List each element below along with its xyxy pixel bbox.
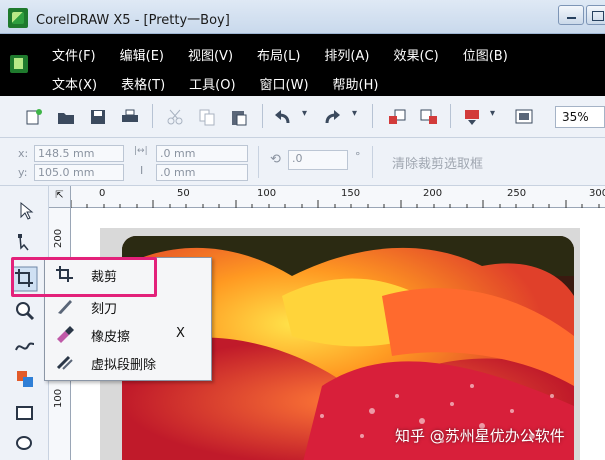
flyout-item-eraser[interactable]: 橡皮擦 X bbox=[45, 322, 211, 346]
angle-field[interactable]: .0 bbox=[288, 150, 348, 170]
import-icon[interactable] bbox=[387, 107, 407, 127]
menu-table[interactable]: 表格(T) bbox=[121, 74, 165, 96]
zoom-tool-icon[interactable] bbox=[12, 298, 38, 324]
knife-icon bbox=[58, 300, 72, 314]
horizontal-ruler[interactable]: 0 50 100 150 200 250 300 bbox=[49, 186, 605, 208]
pick-tool-icon[interactable] bbox=[12, 198, 38, 224]
rectangle-tool-icon[interactable] bbox=[12, 400, 38, 426]
application-launcher-icon[interactable] bbox=[462, 107, 482, 127]
copy-icon[interactable] bbox=[197, 107, 217, 127]
menu-text[interactable]: 文本(X) bbox=[52, 74, 97, 96]
paste-icon[interactable] bbox=[229, 107, 249, 127]
ruler-h-label: 200 bbox=[423, 188, 443, 199]
maximize-button[interactable] bbox=[586, 5, 605, 25]
menu-edit[interactable]: 编辑(E) bbox=[120, 45, 164, 67]
ruler-v-label: 100 bbox=[53, 388, 64, 408]
flyout-item-virtual-segment-delete[interactable]: 虚拟段删除 bbox=[45, 350, 211, 374]
x-position-field[interactable]: 148.5 mm bbox=[34, 145, 124, 162]
ruler-origin-icon[interactable]: ⇱ bbox=[49, 186, 71, 208]
toolbox bbox=[0, 186, 49, 460]
shape-tool-icon[interactable] bbox=[12, 230, 38, 256]
menu-arrange[interactable]: 排列(A) bbox=[324, 45, 369, 67]
virtual-segment-delete-icon bbox=[56, 355, 73, 370]
menu-row-2: 文本(X) 表格(T) 工具(O) 窗口(W) 帮助(H) bbox=[52, 74, 402, 96]
y-label: y: bbox=[18, 166, 28, 179]
document-icon[interactable] bbox=[10, 55, 28, 73]
undo-icon[interactable] bbox=[273, 107, 293, 127]
menu-tools[interactable]: 工具(O) bbox=[189, 74, 235, 96]
redo-dropdown-icon[interactable]: ▾ bbox=[352, 108, 357, 119]
height-icon: I bbox=[140, 164, 144, 177]
ellipse-tool-icon[interactable] bbox=[12, 430, 38, 456]
width-field[interactable]: .0 mm bbox=[156, 145, 248, 162]
angle-unit: ° bbox=[355, 150, 361, 163]
ruler-h-label: 50 bbox=[177, 188, 190, 199]
freehand-tool-icon[interactable] bbox=[12, 332, 38, 358]
menu-help[interactable]: 帮助(H) bbox=[333, 74, 379, 96]
window-title: CorelDRAW X5 - [Pretty一Boy] bbox=[36, 13, 230, 28]
ruler-h-label: 150 bbox=[341, 188, 361, 199]
flyout-label: 虚拟段删除 bbox=[91, 358, 157, 373]
menu-bar: 文件(F) 编辑(E) 视图(V) 布局(L) 排列(A) 效果(C) 位图(B… bbox=[0, 34, 605, 96]
launcher-dropdown-icon[interactable]: ▾ bbox=[490, 108, 495, 119]
height-field[interactable]: .0 mm bbox=[156, 164, 248, 181]
eraser-icon bbox=[57, 326, 74, 343]
undo-dropdown-icon[interactable]: ▾ bbox=[302, 108, 307, 119]
menu-window[interactable]: 窗口(W) bbox=[260, 74, 309, 96]
menu-effects[interactable]: 效果(C) bbox=[393, 45, 438, 67]
y-position-field[interactable]: 105.0 mm bbox=[34, 164, 124, 181]
cut-icon[interactable] bbox=[165, 107, 185, 127]
watermark-text: 知乎 @苏州星优办公软件 bbox=[395, 427, 565, 445]
menu-row-1: 文件(F) 编辑(E) 视图(V) 布局(L) 排列(A) 效果(C) 位图(B… bbox=[52, 45, 532, 67]
save-icon[interactable] bbox=[88, 107, 108, 127]
smart-fill-tool-icon[interactable] bbox=[12, 366, 38, 392]
clear-crop-button[interactable]: 清除裁剪选取框 bbox=[392, 153, 483, 172]
menu-bitmaps[interactable]: 位图(B) bbox=[463, 45, 508, 67]
flyout-item-knife[interactable]: 刻刀 bbox=[45, 294, 211, 318]
flyout-shortcut: X bbox=[176, 326, 185, 341]
zoom-level-input[interactable]: 35% bbox=[555, 106, 605, 128]
standard-toolbar: ▾ ▾ ▾ 35% bbox=[0, 96, 605, 138]
rotate-icon: ⟲ bbox=[270, 152, 281, 167]
width-icon: |↔| bbox=[134, 146, 148, 156]
ruler-h-label: 0 bbox=[99, 188, 106, 199]
minimize-button[interactable] bbox=[558, 5, 584, 25]
menu-view[interactable]: 视图(V) bbox=[188, 45, 233, 67]
crop-highlight-frame bbox=[11, 257, 157, 297]
property-bar: x: 148.5 mm y: 105.0 mm |↔| .0 mm I .0 m… bbox=[0, 138, 605, 186]
export-icon[interactable] bbox=[419, 107, 439, 127]
welcome-screen-icon[interactable] bbox=[514, 107, 534, 127]
flyout-label: 刻刀 bbox=[91, 302, 118, 317]
ruler-h-label: 250 bbox=[507, 188, 527, 199]
title-bar: CorelDRAW X5 - [Pretty一Boy] bbox=[0, 0, 605, 34]
x-label: x: bbox=[18, 147, 29, 160]
new-document-icon[interactable] bbox=[24, 107, 44, 127]
flyout-label: 橡皮擦 bbox=[91, 330, 131, 345]
redo-icon[interactable] bbox=[322, 107, 342, 127]
print-icon[interactable] bbox=[120, 107, 140, 127]
ruler-h-label: 300 bbox=[589, 188, 605, 199]
menu-file[interactable]: 文件(F) bbox=[52, 45, 96, 67]
coreldraw-app-icon bbox=[8, 8, 28, 28]
menu-layout[interactable]: 布局(L) bbox=[257, 45, 300, 67]
ruler-v-label: 200 bbox=[53, 228, 64, 248]
open-folder-icon[interactable] bbox=[56, 107, 76, 127]
ruler-h-label: 100 bbox=[257, 188, 277, 199]
